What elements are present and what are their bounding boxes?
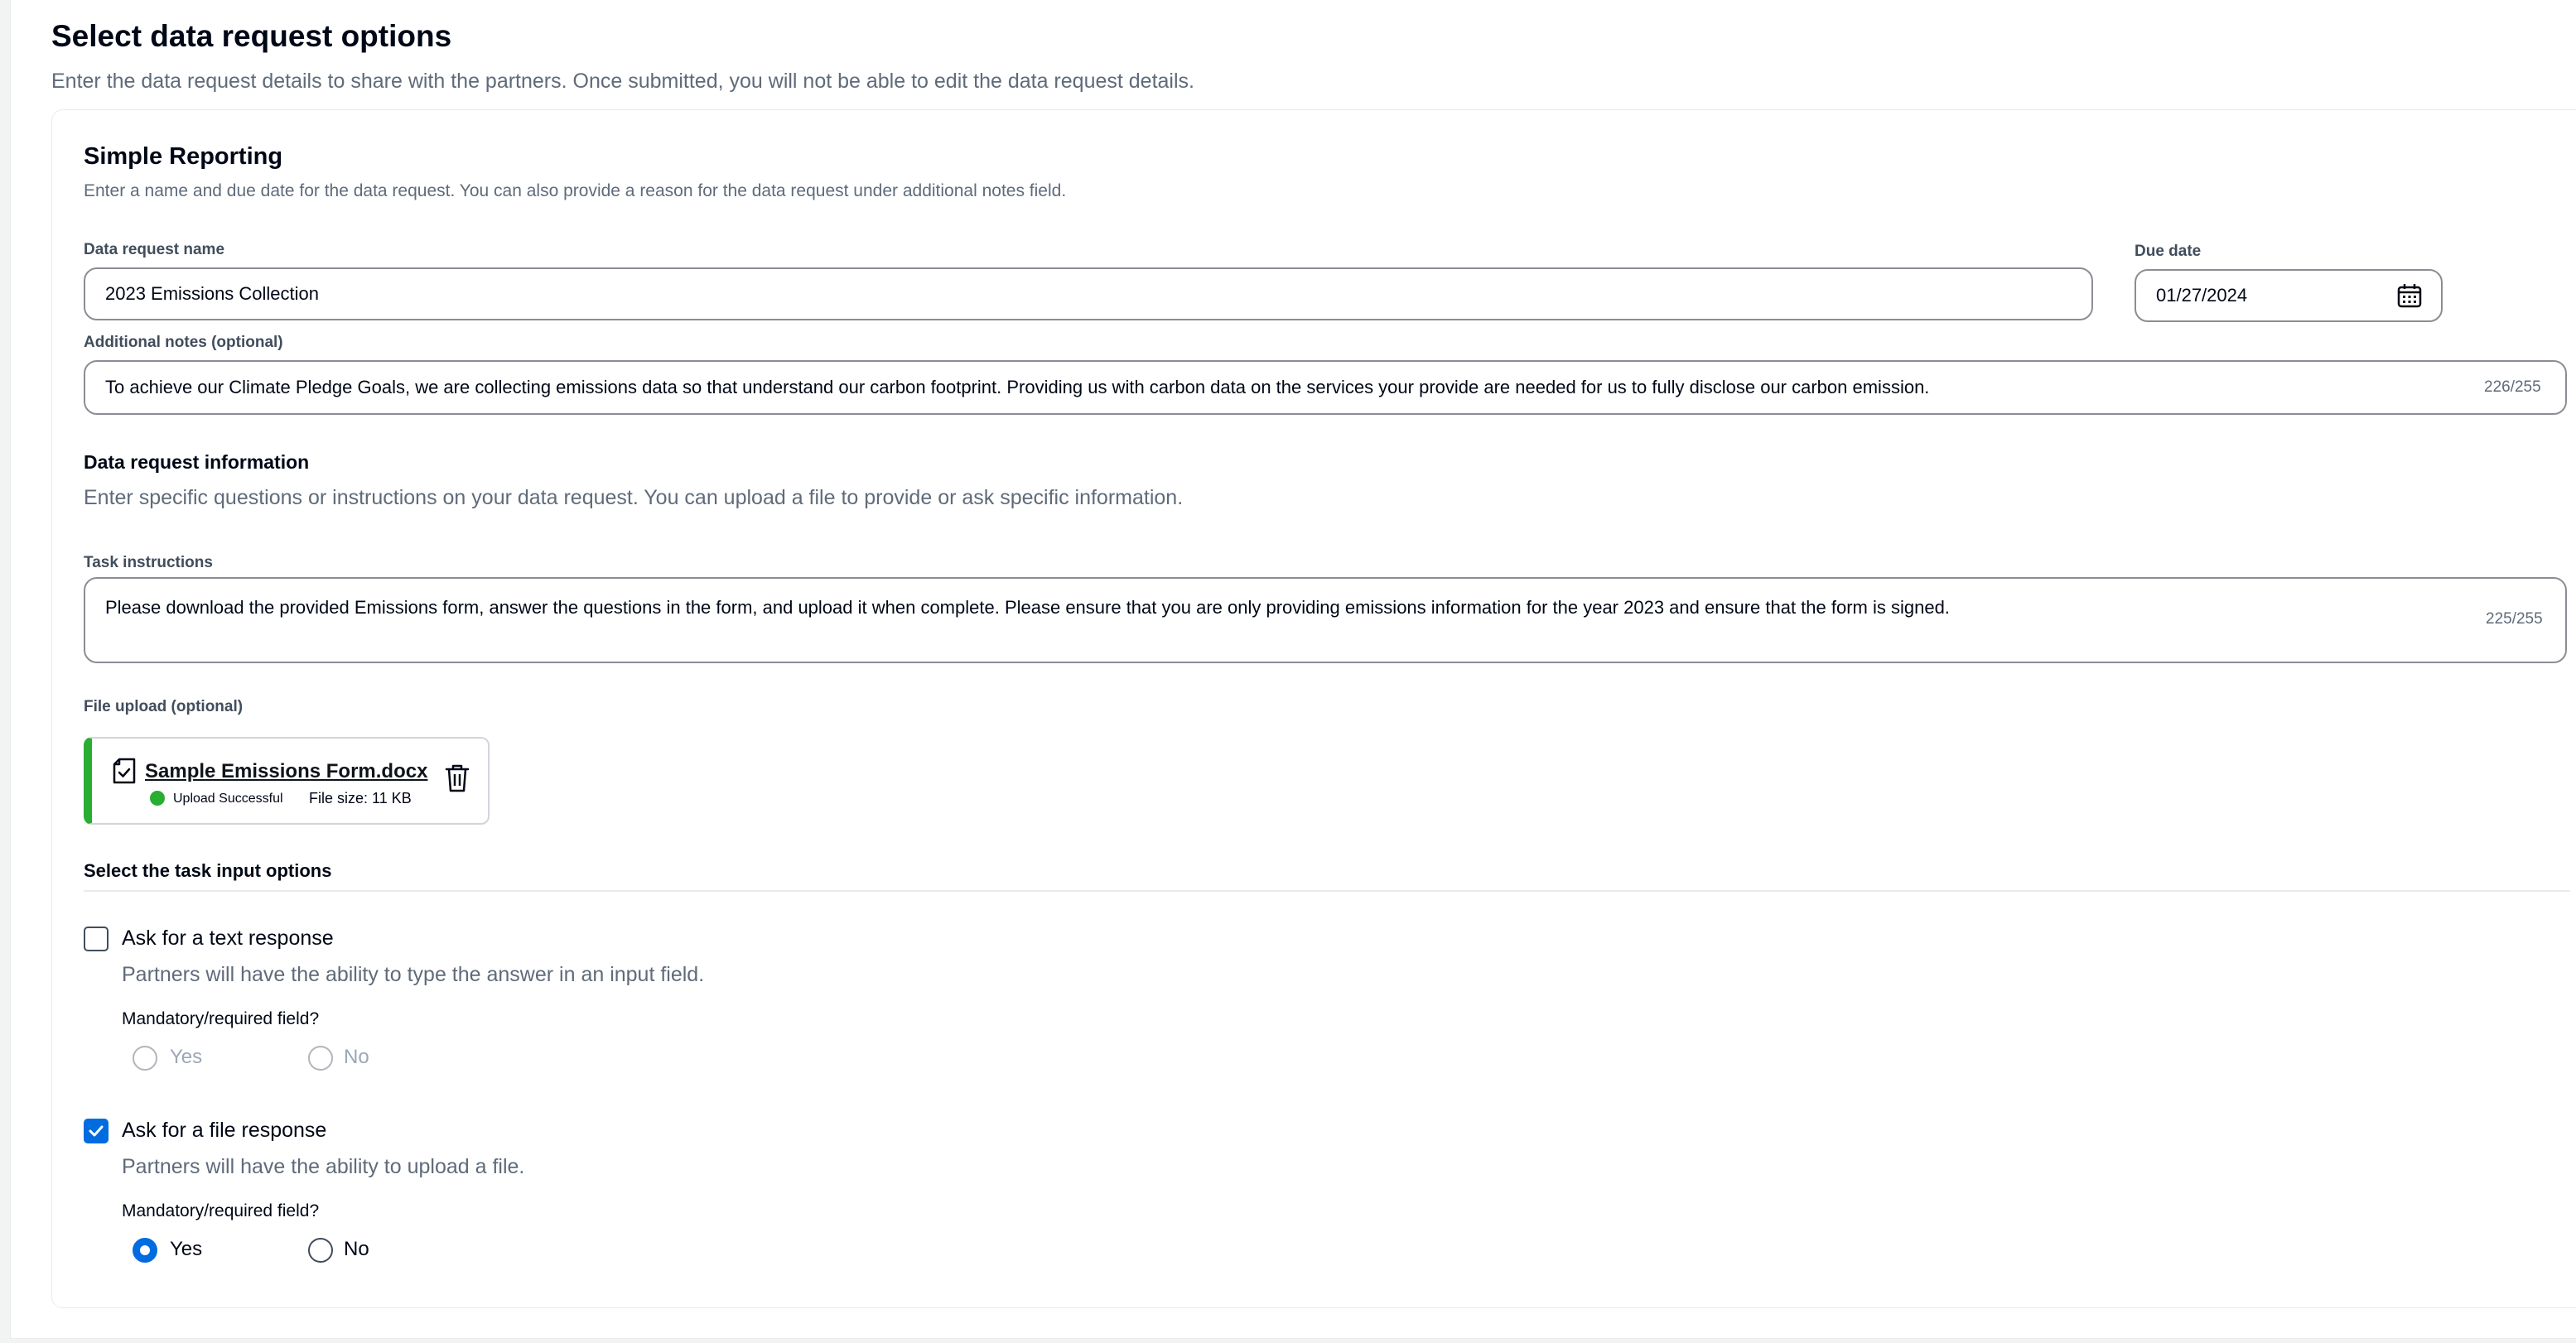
file-response-mandatory-label: Mandatory/required field? [122,1201,320,1220]
file-response-description: Partners will have the ability to upload… [122,1155,525,1178]
calendar-icon[interactable] [2396,282,2423,314]
trash-icon[interactable] [445,763,470,797]
uploaded-file-link[interactable]: Sample Emissions Form.docx [145,760,427,783]
file-response-label[interactable]: Ask for a file response [122,1119,326,1143]
file-response-yes-radio[interactable] [133,1238,157,1263]
additional-notes-value: To achieve our Climate Pledge Goals, we … [105,377,1930,397]
text-response-mandatory-label: Mandatory/required field? [122,1009,320,1028]
file-response-no-radio[interactable] [308,1238,333,1263]
page-title: Select data request options [51,19,452,53]
task-instructions-value: Please download the provided Emissions f… [105,597,1950,618]
success-status-icon [150,791,165,806]
text-response-no-radio[interactable] [308,1046,333,1071]
additional-notes-textarea[interactable]: To achieve our Climate Pledge Goals, we … [84,360,2567,415]
page-description: Enter the data request details to share … [51,70,1194,93]
text-response-yes-label[interactable]: Yes [170,1046,202,1069]
checkmark-icon [89,1125,104,1137]
task-input-options-title: Select the task input options [84,860,332,881]
text-response-yes-radio[interactable] [133,1046,157,1071]
file-response-checkbox[interactable] [84,1119,109,1143]
data-request-name-value: 2023 Emissions Collection [105,283,320,304]
file-response-no-label[interactable]: No [344,1238,369,1261]
section-divider [84,890,2570,892]
due-date-input[interactable]: 01/27/2024 [2135,269,2443,322]
data-request-name-input[interactable]: 2023 Emissions Collection [84,267,2093,320]
due-date-value: 01/27/2024 [2156,285,2248,306]
due-date-label: Due date [2135,243,2202,260]
task-instructions-counter: 225/255 [2486,610,2543,628]
page-container: Select data request options Enter the da… [10,0,2576,1339]
text-response-label[interactable]: Ask for a text response [122,927,334,951]
file-size-text: File size: 11 KB [309,790,412,806]
uploaded-file-card: Sample Emissions Form.docx Upload Succes… [84,737,490,825]
card-description: Enter a name and due date for the data r… [84,181,1067,200]
text-response-checkbox[interactable] [84,927,109,951]
upload-status-text: Upload Successful [173,792,283,806]
task-instructions-textarea[interactable]: Please download the provided Emissions f… [84,577,2567,663]
simple-reporting-card: Simple Reporting Enter a name and due da… [51,109,2576,1308]
document-check-icon [112,757,137,789]
additional-notes-counter: 226/255 [2484,378,2541,396]
data-request-info-description: Enter specific questions or instructions… [84,486,1184,509]
additional-notes-label: Additional notes (optional) [84,334,283,351]
text-response-no-label[interactable]: No [344,1046,369,1069]
text-response-description: Partners will have the ability to type t… [122,963,705,986]
data-request-name-label: Data request name [84,241,225,258]
file-response-yes-label[interactable]: Yes [170,1238,202,1261]
data-request-info-title: Data request information [84,451,310,473]
card-title: Simple Reporting [84,143,283,170]
task-instructions-label: Task instructions [84,554,213,571]
file-upload-label: File upload (optional) [84,698,244,715]
